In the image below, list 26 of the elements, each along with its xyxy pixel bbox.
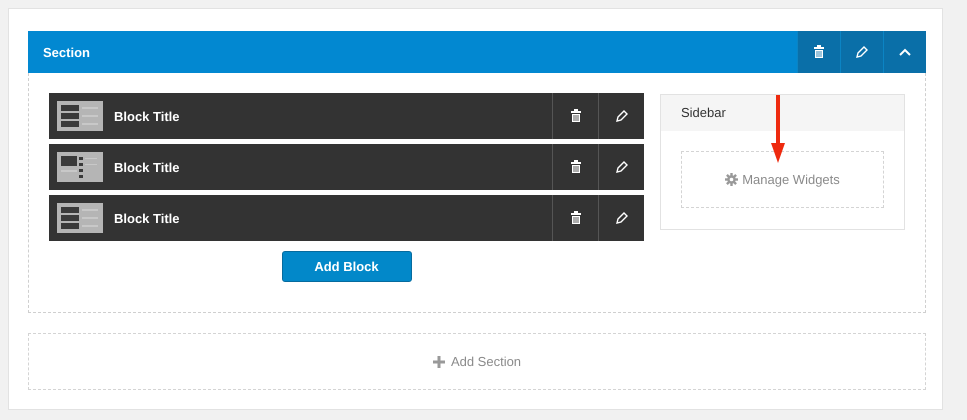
trash-icon [570,160,582,174]
block-row[interactable]: Block Title [49,195,644,241]
trash-icon [570,109,582,123]
edit-button[interactable] [840,31,883,73]
layout-thumbnail-icon [57,203,103,233]
section-title: Section [42,44,90,60]
block-row[interactable]: Block Title [49,93,644,139]
layout-thumbnail-icon [57,152,103,182]
pencil-icon [855,45,869,59]
block-title: Block Title [113,210,181,226]
arrow-icon [771,95,785,163]
pencil-icon [614,109,628,123]
pencil-icon [614,160,628,174]
block-title: Block Title [113,108,181,124]
trash-icon [813,45,825,59]
trash-icon [570,211,582,225]
chevron-up-icon [899,48,911,56]
pencil-icon [614,211,628,225]
add-block-button[interactable]: Add Block [282,251,412,282]
sidebar-title: Sidebar [661,95,904,131]
delete-button[interactable] [797,31,840,73]
gear-icon [725,173,738,186]
block-title: Block Title [113,160,181,174]
block-row[interactable]: Block Title [49,144,644,190]
plus-icon [432,356,445,368]
layout-thumbnail-icon [57,101,103,131]
